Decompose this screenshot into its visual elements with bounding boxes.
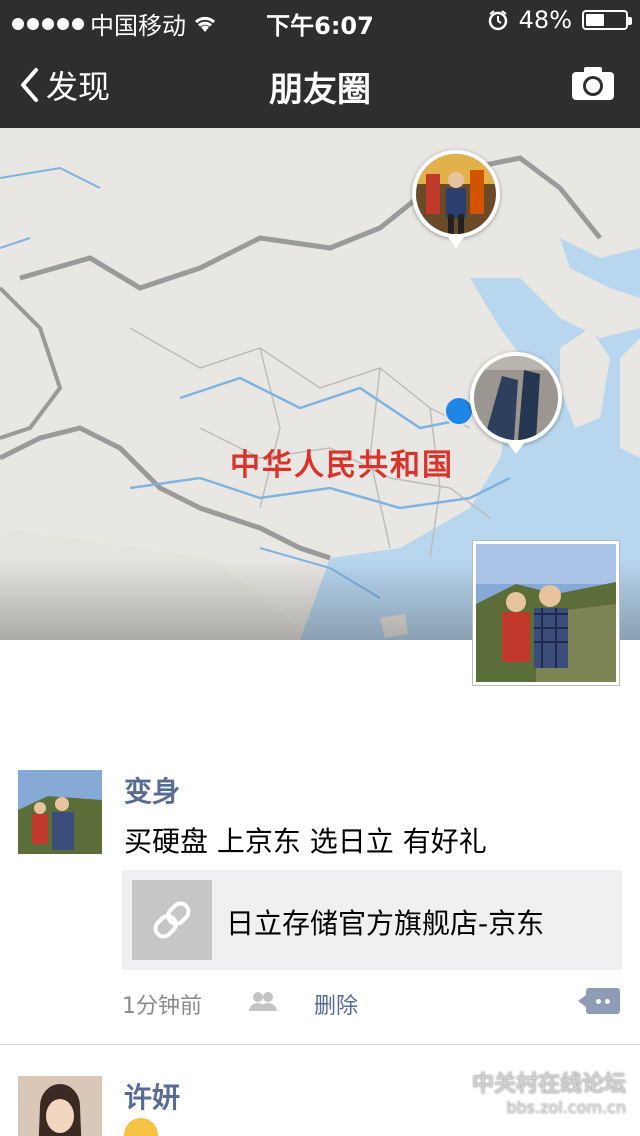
nav-bar: 发现 朋友圈 xyxy=(0,40,640,128)
smiley-icon xyxy=(124,1118,158,1136)
post-author-2[interactable]: 许妍 xyxy=(124,1076,180,1116)
watermark-url: bbs.zol.com.cn xyxy=(506,1098,626,1117)
comment-button[interactable] xyxy=(578,988,620,1014)
status-right: 48% xyxy=(487,6,632,34)
avatar-photo-icon xyxy=(18,1076,102,1136)
camera-button[interactable] xyxy=(570,64,616,106)
post-author[interactable]: 变身 xyxy=(124,770,180,810)
watermark: 中关村在线论坛 bbs.zol.com.cn xyxy=(472,1066,626,1117)
avatar-photo-icon xyxy=(476,544,616,682)
photo-pin-east[interactable] xyxy=(470,352,562,444)
alarm-icon xyxy=(488,10,507,31)
delete-button[interactable]: 删除 xyxy=(314,988,358,1020)
battery-fill xyxy=(586,14,604,26)
photo-pin-icon xyxy=(474,356,558,440)
link-title: 日立存储官方旗舰店-京东 xyxy=(226,907,545,940)
link-card[interactable]: 日立存储官方旗舰店-京东 xyxy=(122,870,622,970)
post-avatar[interactable] xyxy=(18,770,102,854)
battery-percent: 48% xyxy=(518,6,572,34)
friends-icon[interactable] xyxy=(248,990,278,1012)
post-time: 1分钟前 xyxy=(122,994,202,1019)
post-divider xyxy=(0,1044,640,1045)
battery-icon xyxy=(582,10,632,30)
page-title: 朋友圈 xyxy=(269,70,371,110)
map-country-label: 中华人民共和国 xyxy=(230,448,454,483)
comment-icon xyxy=(596,998,601,1004)
link-icon xyxy=(153,901,191,939)
photo-pin-east-tail xyxy=(507,442,525,454)
photo-pin-icon xyxy=(416,154,496,234)
photo-pin-north[interactable] xyxy=(412,150,500,238)
avatar-photo-icon xyxy=(18,770,102,854)
status-bar: 中国移动 下午6:07 48% xyxy=(0,0,640,40)
post-avatar-2[interactable] xyxy=(18,1076,102,1136)
photo-pin-north-tail xyxy=(447,236,465,248)
post-text: 买硬盘 上京东 选日立 有好礼 xyxy=(124,825,487,858)
cover-avatar[interactable] xyxy=(472,540,620,686)
watermark-title: 中关村在线论坛 xyxy=(471,1072,626,1097)
link-thumbnail xyxy=(132,880,212,960)
camera-icon xyxy=(572,67,614,100)
